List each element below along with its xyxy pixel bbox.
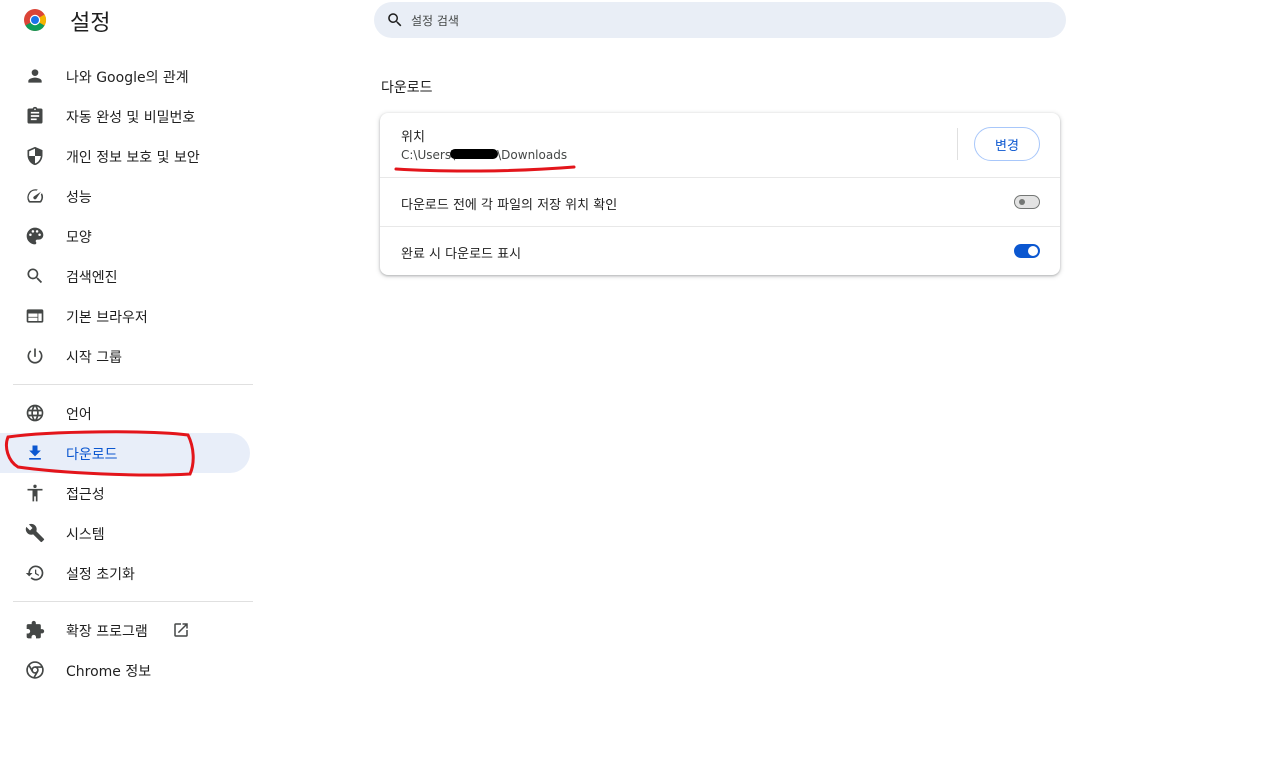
search-box[interactable] <box>374 2 1066 40</box>
ask-where-to-save-row[interactable]: 다운로드 전에 각 파일의 저장 위치 확인 <box>380 178 1060 226</box>
sidebar-item-downloads[interactable]: 다운로드 <box>0 433 250 473</box>
location-label: 위치 <box>401 130 425 145</box>
palette-icon <box>26 227 44 245</box>
wrench-icon <box>25 523 45 543</box>
ask-where-to-save-toggle[interactable] <box>1014 195 1040 209</box>
speedometer-icon <box>27 189 43 203</box>
downloads-settings-card: 위치 C:\Users\ \Downloads 변경 다운로드 전에 각 파일의 … <box>380 113 1060 275</box>
sidebar-item-autofill[interactable]: 자동 완성 및 비밀번호 <box>0 96 250 136</box>
sidebar-item-about-chrome[interactable]: Chrome 정보 <box>0 650 250 690</box>
show-when-done-row[interactable]: 완료 시 다운로드 표시 <box>380 227 1060 275</box>
sidebar-item-label: 확장 프로그램 <box>66 624 148 640</box>
show-when-done-toggle[interactable] <box>1014 244 1040 258</box>
sidebar-item-label: Chrome 정보 <box>66 664 152 680</box>
sidebar-item-on-startup[interactable]: 시작 그룹 <box>0 336 250 376</box>
sidebar-item-label: 모양 <box>66 230 92 246</box>
sidebar-item-label: 나와 Google의 관계 <box>66 70 189 86</box>
sidebar-item-reset-settings[interactable]: 설정 초기화 <box>0 553 250 593</box>
download-icon <box>29 445 41 460</box>
person-icon <box>28 69 42 83</box>
sidebar-divider <box>13 384 253 385</box>
sidebar-item-label: 접근성 <box>66 487 105 503</box>
sidebar-item-languages[interactable]: 언어 <box>0 393 250 433</box>
location-row: 위치 C:\Users\ \Downloads 변경 <box>380 113 1060 177</box>
app-title: 설정 <box>70 11 111 36</box>
search-input[interactable] <box>409 2 1033 40</box>
chrome-icon <box>26 661 44 679</box>
sidebar-item-accessibility[interactable]: 접근성 <box>0 473 250 513</box>
sidebar-divider <box>13 601 253 602</box>
sidebar-item-label: 다운로드 <box>66 447 118 463</box>
ask-where-to-save-label: 다운로드 전에 각 파일의 저장 위치 확인 <box>401 198 618 213</box>
history-icon <box>25 565 44 581</box>
sidebar-item-label: 자동 완성 및 비밀번호 <box>66 110 196 126</box>
section-title: 다운로드 <box>381 80 433 96</box>
browser-icon <box>26 309 44 323</box>
accessibility-icon <box>27 484 43 502</box>
globe-icon <box>26 404 44 422</box>
power-icon <box>27 348 43 364</box>
vertical-separator <box>957 128 958 160</box>
change-location-button[interactable]: 변경 <box>974 127 1040 161</box>
sidebar-item-system[interactable]: 시스템 <box>0 513 250 553</box>
show-when-done-label: 완료 시 다운로드 표시 <box>401 247 522 262</box>
sidebar-item-appearance[interactable]: 모양 <box>0 216 250 256</box>
sidebar-item-default-browser[interactable]: 기본 브라우저 <box>0 296 250 336</box>
toggle-knob <box>1019 199 1025 205</box>
sidebar-item-extensions[interactable]: 확장 프로그램 <box>0 610 250 650</box>
sidebar-item-label: 언어 <box>66 407 92 423</box>
search-icon <box>27 268 43 284</box>
sidebar-item-search-engine[interactable]: 검색엔진 <box>0 256 250 296</box>
sidebar-item-label: 성능 <box>66 190 92 206</box>
shield-icon <box>27 146 43 166</box>
location-path-suffix: \Downloads <box>497 148 568 162</box>
chrome-logo-icon <box>24 9 47 31</box>
toggle-knob <box>1028 246 1038 256</box>
clipboard-icon <box>27 106 43 124</box>
redaction-mark <box>450 149 498 159</box>
search-icon <box>388 13 402 27</box>
sidebar-item-label: 설정 초기화 <box>66 567 135 583</box>
sidebar-item-label: 검색엔진 <box>66 270 118 286</box>
sidebar-item-privacy[interactable]: 개인 정보 보호 및 보안 <box>0 136 250 176</box>
sidebar-item-performance[interactable]: 성능 <box>0 176 250 216</box>
puzzle-icon <box>26 620 45 639</box>
sidebar-item-you-and-google[interactable]: 나와 Google의 관계 <box>0 56 250 96</box>
sidebar-item-label: 시스템 <box>66 527 105 543</box>
location-path-prefix: C:\Users\ <box>401 148 456 162</box>
sidebar-item-label: 기본 브라우저 <box>66 310 148 326</box>
open-in-new-icon <box>174 623 188 637</box>
sidebar-item-label: 시작 그룹 <box>66 350 122 366</box>
sidebar-item-label: 개인 정보 보호 및 보안 <box>66 150 200 166</box>
